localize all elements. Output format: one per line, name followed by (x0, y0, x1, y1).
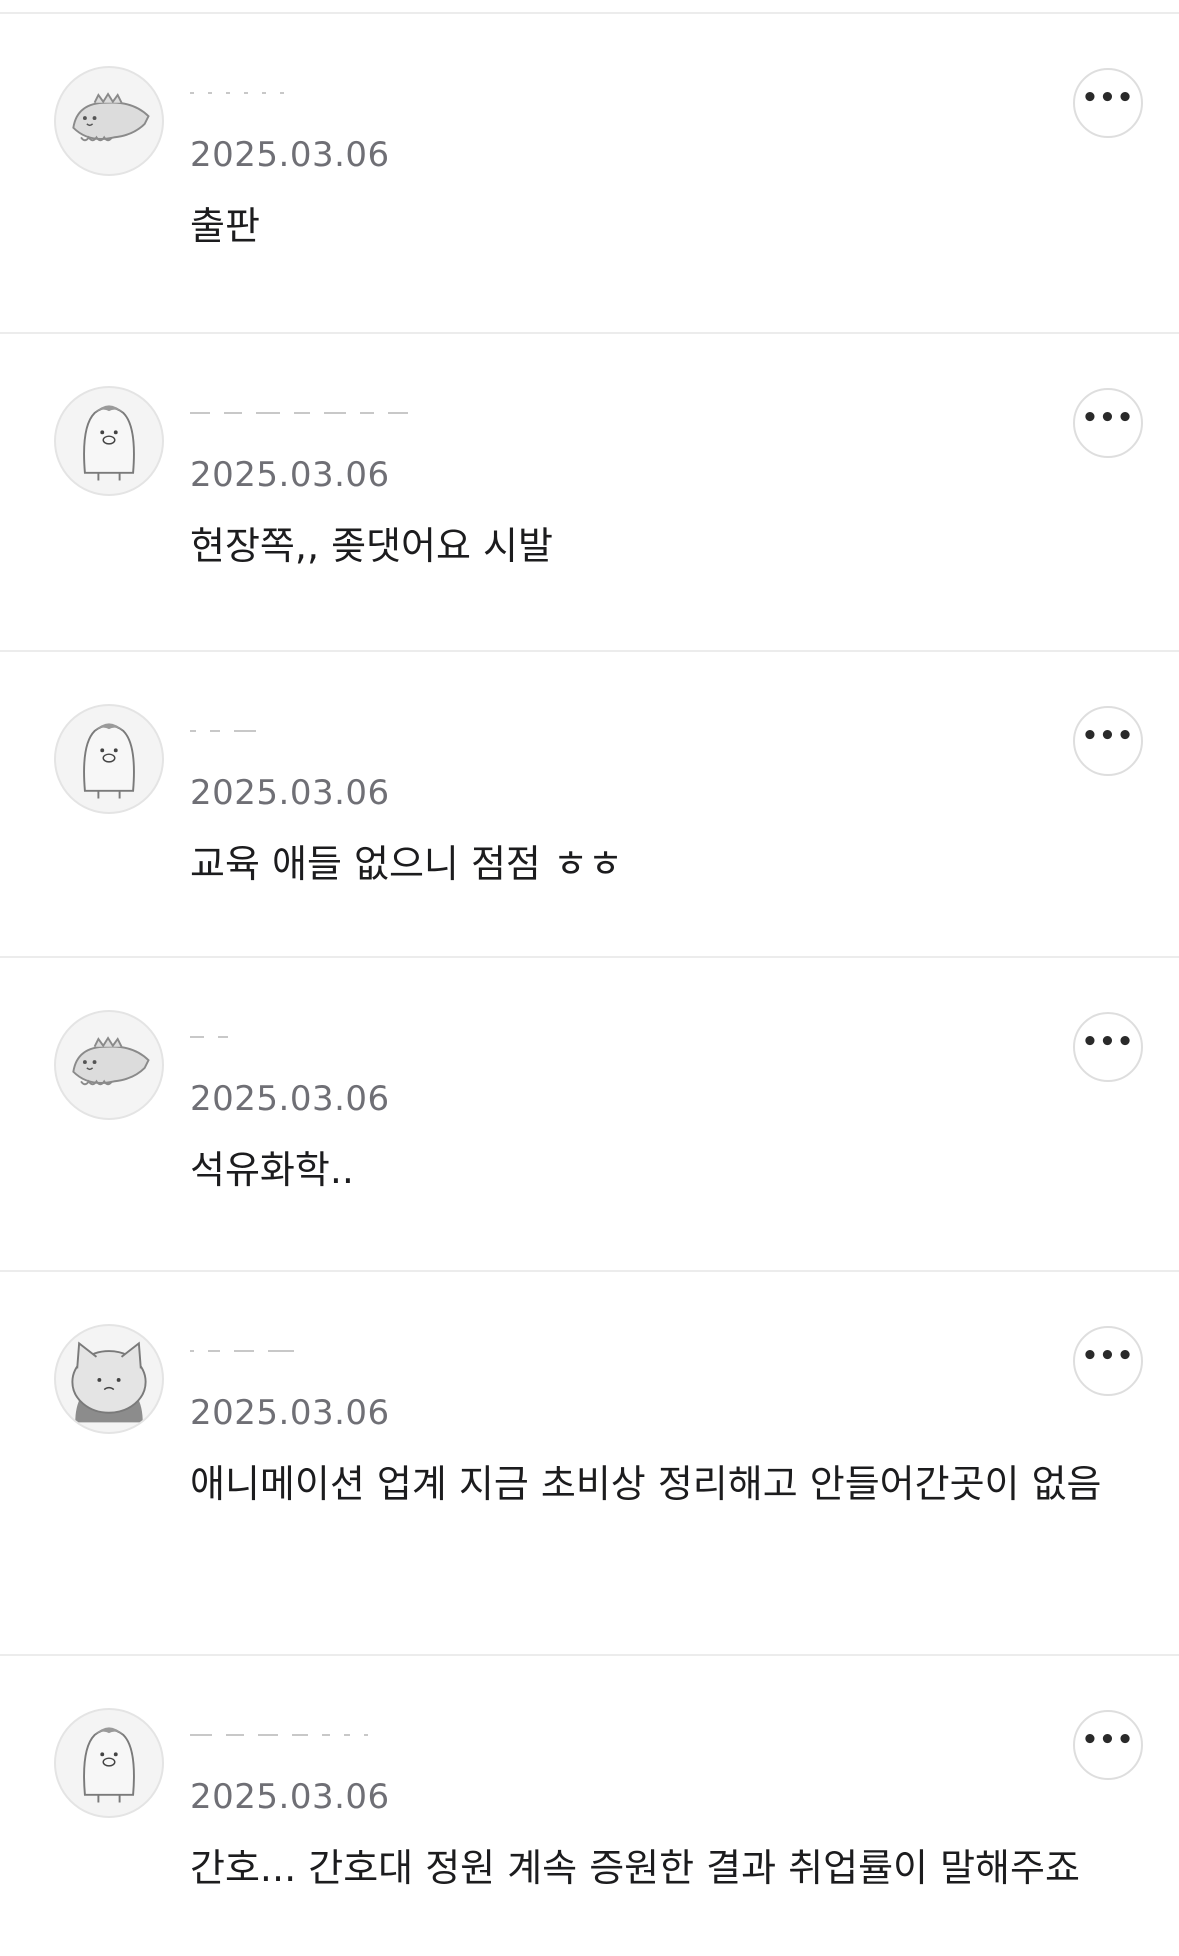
cat-avatar-icon[interactable] (54, 1324, 164, 1434)
more-options-button[interactable]: ••• (1073, 68, 1143, 138)
comment-text: 석유화학.. (190, 1148, 354, 1192)
comment-date: 2025.03.06 (190, 455, 390, 495)
more-options-button[interactable]: ••• (1073, 706, 1143, 776)
comment-text: 교육 애들 없으니 점점 ㅎㅎ (190, 842, 623, 886)
username-redacted (190, 720, 270, 742)
username-redacted (190, 1026, 242, 1048)
dinosaur-avatar-icon[interactable] (54, 66, 164, 176)
comment-text: 현장쪽,, 좆댓어요 시발 (190, 524, 553, 568)
comment-text: 출판 (190, 204, 260, 248)
penguin-avatar-icon[interactable] (54, 1708, 164, 1818)
more-options-button[interactable]: ••• (1073, 1710, 1143, 1780)
username-redacted (190, 1340, 308, 1362)
comment-item: 2025.03.06 출판 ••• (0, 14, 1179, 334)
penguin-avatar-icon[interactable] (54, 386, 164, 496)
more-options-button[interactable]: ••• (1073, 388, 1143, 458)
comment-item: 2025.03.06 현장쪽,, 좆댓어요 시발 ••• (0, 334, 1179, 652)
comment-date: 2025.03.06 (190, 1777, 390, 1817)
comment-date: 2025.03.06 (190, 1393, 390, 1433)
comment-item: 2025.03.06 간호... 간호대 정원 계속 증원한 결과 취업률이 말… (0, 1656, 1179, 1956)
username-redacted (190, 1724, 382, 1746)
comment-date: 2025.03.06 (190, 1079, 390, 1119)
more-options-icon: ••• (1081, 83, 1135, 113)
more-options-icon: ••• (1081, 1341, 1135, 1371)
comment-text: 애니메이션 업계 지금 초비상 정리해고 안들어간곳이 없음 (190, 1462, 1102, 1506)
comment-item: 2025.03.06 석유화학.. ••• (0, 958, 1179, 1272)
more-options-icon: ••• (1081, 1725, 1135, 1755)
penguin-avatar-icon[interactable] (54, 704, 164, 814)
username-redacted (190, 82, 298, 104)
more-options-icon: ••• (1081, 403, 1135, 433)
dinosaur-avatar-icon[interactable] (54, 1010, 164, 1120)
username-redacted (190, 402, 422, 424)
more-options-button[interactable]: ••• (1073, 1326, 1143, 1396)
more-options-button[interactable]: ••• (1073, 1012, 1143, 1082)
comment-text: 간호... 간호대 정원 계속 증원한 결과 취업률이 말해주죠 (190, 1846, 1080, 1890)
comment-item: 2025.03.06 애니메이션 업계 지금 초비상 정리해고 안들어간곳이 없… (0, 1272, 1179, 1656)
more-options-icon: ••• (1081, 1027, 1135, 1057)
comment-date: 2025.03.06 (190, 135, 390, 175)
comment-date: 2025.03.06 (190, 773, 390, 813)
comment-item: 2025.03.06 교육 애들 없으니 점점 ㅎㅎ ••• (0, 652, 1179, 958)
more-options-icon: ••• (1081, 721, 1135, 751)
